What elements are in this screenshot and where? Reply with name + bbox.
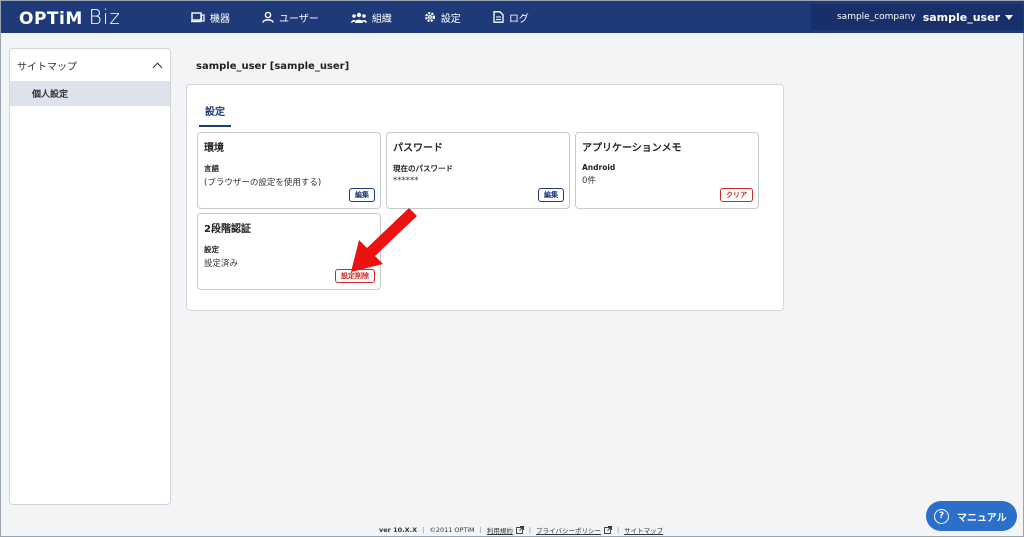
annotation-arrow-icon (351, 208, 417, 272)
document-icon (493, 11, 504, 23)
page-title: sample_user [sample_user] (196, 61, 350, 72)
footer: ver 10.X.X | ©2011 OPTiM | 利用規約 | プライバシー… (379, 525, 663, 535)
external-link-icon (515, 526, 524, 534)
user-icon (262, 11, 274, 23)
gear-icon (424, 12, 435, 22)
nav-organization[interactable]: 組織 (350, 10, 392, 25)
device-icon (191, 11, 205, 22)
footer-separator: | (616, 526, 620, 534)
nav-settings[interactable]: 設定 (424, 10, 461, 25)
manual-label: マニュアル (957, 512, 1007, 524)
privacy-link[interactable]: プライバシーポリシー (536, 525, 612, 535)
tab-settings[interactable]: 設定 (199, 99, 231, 127)
company-name: sample_company (836, 12, 916, 22)
chevron-up-icon (152, 62, 163, 72)
nav-devices[interactable]: 機器 (191, 10, 230, 25)
sidebar-item-label: 個人設定 (32, 90, 69, 100)
card-value: 0件 (582, 176, 596, 186)
external-link-icon (604, 526, 612, 534)
privacy-link-label: プライバシーポリシー (536, 527, 601, 535)
sitemap-sidebar: サイトマップ 個人設定 (9, 48, 171, 505)
user-name: sample_user (922, 10, 1000, 24)
footer-separator: | (528, 526, 532, 534)
nav-log-label: ログ (508, 13, 529, 25)
password-card: パスワード 現在のパスワード ****** 編集 (386, 132, 570, 209)
sitemap-link[interactable]: サイトマップ (624, 525, 663, 535)
card-label: Android (582, 163, 616, 172)
card-value: (ブラウザーの設定を使用する) (204, 178, 322, 188)
clear-memo-button[interactable]: クリア (720, 188, 753, 202)
optim-biz-logo[interactable]: OPTiM Biz (19, 5, 121, 29)
sitemap-title: サイトマップ (17, 61, 77, 73)
sitemap-toggle[interactable]: サイトマップ (10, 49, 170, 81)
edit-environment-button[interactable]: 編集 (349, 188, 375, 202)
terms-link[interactable]: 利用規約 (487, 525, 524, 535)
caret-down-icon (1005, 14, 1013, 20)
edit-password-button[interactable]: 編集 (538, 188, 564, 202)
version-text: ver 10.X.X (379, 526, 418, 534)
copyright-text: ©2011 OPTiM (429, 526, 475, 534)
logo-optim-text: OPTiM (19, 9, 83, 29)
top-header: OPTiM Biz 機器 ユーザー 組織 設定 ログ sample_compan… (1, 1, 1024, 33)
help-icon: ? (934, 508, 949, 524)
nav-organization-label: 組織 (371, 13, 392, 25)
card-title: 環境 (204, 143, 224, 154)
sitemap-link-label: サイトマップ (624, 527, 664, 535)
card-title: アプリケーションメモ (582, 143, 682, 154)
terms-link-label: 利用規約 (486, 527, 513, 535)
manual-button[interactable]: ? マニュアル (926, 501, 1017, 531)
main-nav: 機器 ユーザー 組織 設定 ログ (191, 1, 561, 33)
card-title: パスワード (393, 143, 443, 154)
sidebar-item-personal-settings[interactable]: 個人設定 (10, 81, 170, 106)
app-memo-card: アプリケーションメモ Android 0件 クリア (575, 132, 759, 209)
card-value: ****** (393, 176, 419, 186)
nav-devices-label: 機器 (210, 13, 230, 25)
footer-separator: | (422, 526, 425, 534)
nav-users[interactable]: ユーザー (262, 10, 319, 25)
nav-log[interactable]: ログ (493, 10, 529, 25)
nav-settings-label: 設定 (440, 13, 461, 25)
organization-icon (350, 12, 367, 23)
settings-panel: 設定 環境 言語 (ブラウザーの設定を使用する) 編集 パスワード 現在のパスワ… (186, 84, 784, 311)
footer-separator: | (479, 526, 482, 534)
nav-users-label: ユーザー (279, 13, 319, 25)
account-menu[interactable]: sample_company sample_user (811, 4, 1023, 30)
logo-biz-text: Biz (88, 5, 121, 29)
card-label: 言語 (204, 164, 219, 173)
card-label: 現在のパスワード (393, 164, 453, 173)
environment-card: 環境 言語 (ブラウザーの設定を使用する) 編集 (197, 132, 381, 209)
